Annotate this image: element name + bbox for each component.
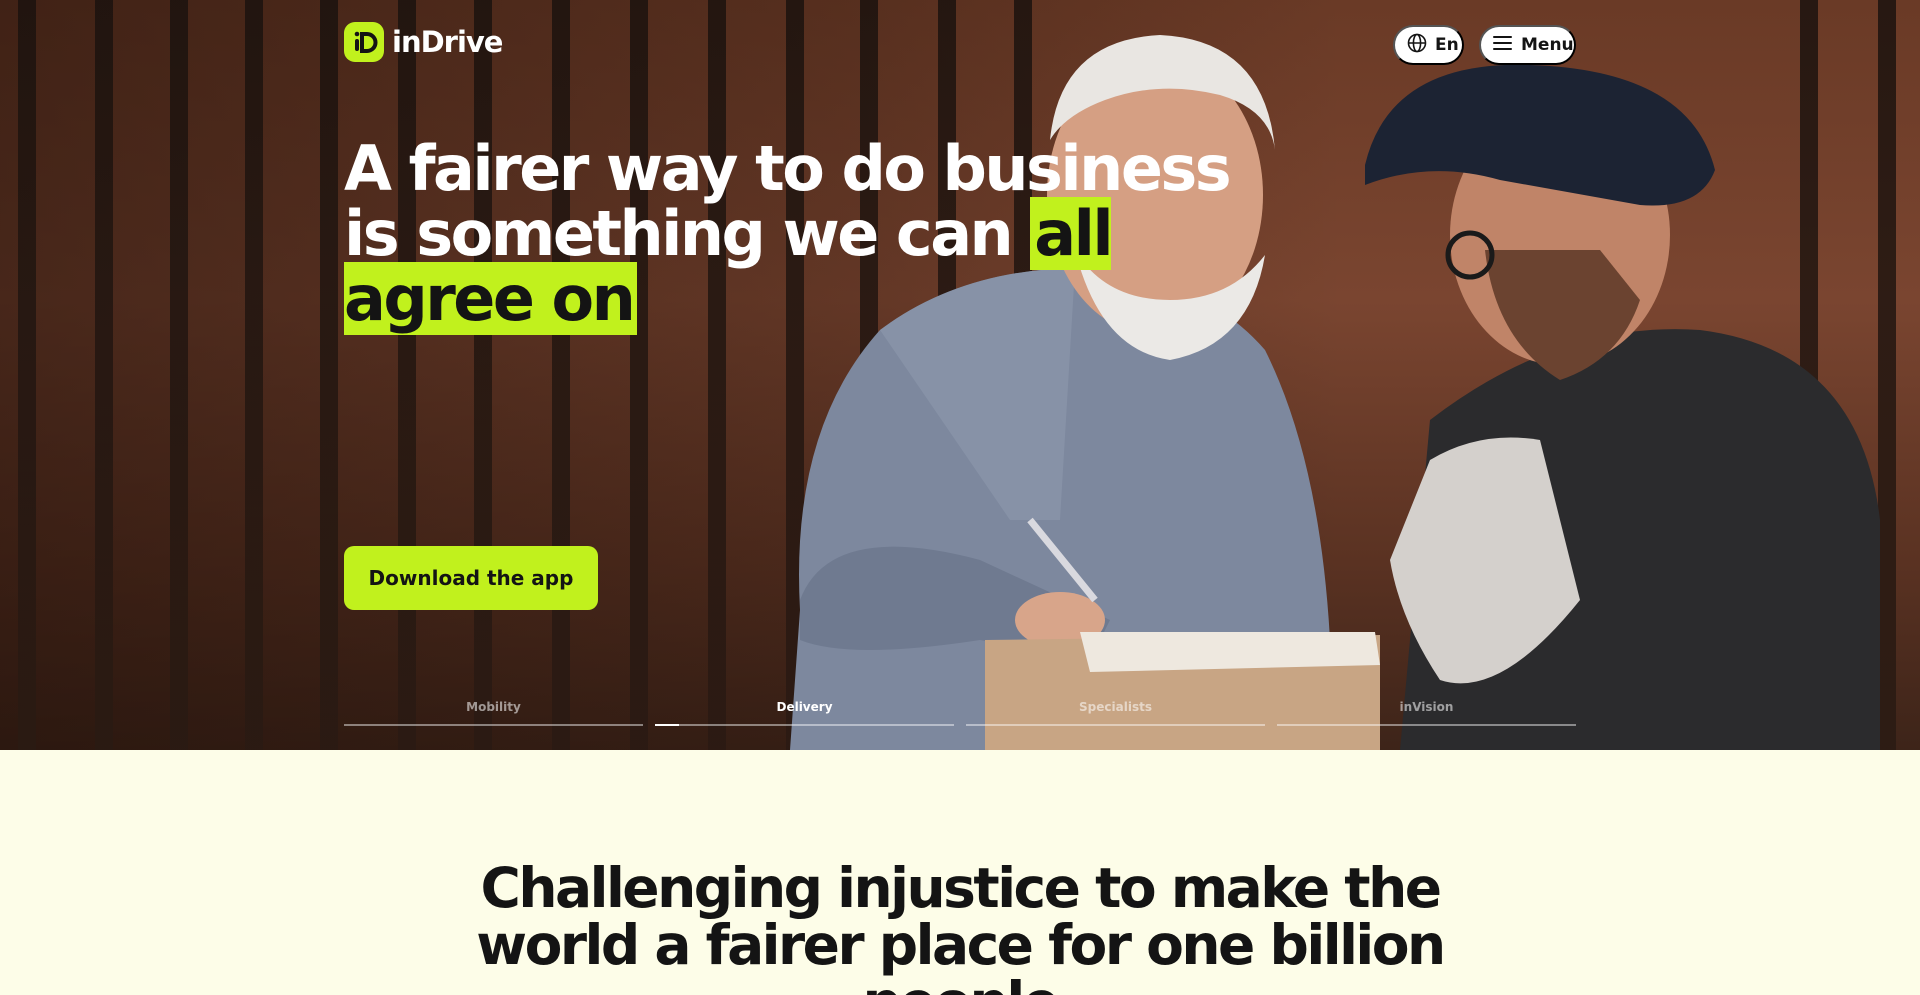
tab-delivery[interactable]: Delivery bbox=[655, 700, 954, 726]
menu-button[interactable]: Menu bbox=[1479, 25, 1576, 65]
tab-label: Specialists bbox=[1079, 700, 1152, 714]
tab-invision[interactable]: inVision bbox=[1277, 700, 1576, 726]
tab-progress-track bbox=[966, 724, 1265, 726]
tab-progress-fill bbox=[655, 724, 679, 726]
hero-section: inDrive En Menu A fairer way to do busin… bbox=[0, 0, 1920, 750]
brand-logo[interactable]: inDrive bbox=[344, 22, 503, 62]
tab-progress-track bbox=[344, 724, 643, 726]
tab-progress-track bbox=[655, 724, 954, 726]
tab-label: Delivery bbox=[776, 700, 833, 714]
hero-headline: A fairer way to do business is something… bbox=[344, 136, 1244, 335]
tab-mobility[interactable]: Mobility bbox=[344, 700, 643, 726]
download-app-button[interactable]: Download the app bbox=[344, 546, 598, 610]
hamburger-icon bbox=[1493, 35, 1513, 56]
menu-label: Menu bbox=[1521, 35, 1574, 55]
brand-name: inDrive bbox=[392, 25, 503, 59]
language-label: En bbox=[1435, 35, 1459, 55]
hero-photo bbox=[790, 35, 1880, 750]
language-selector-button[interactable]: En bbox=[1393, 25, 1464, 65]
tab-progress-track bbox=[1277, 724, 1576, 726]
globe-icon bbox=[1407, 33, 1427, 58]
mission-title: Challenging injustice to make the world … bbox=[476, 856, 1446, 995]
category-tabs: Mobility Delivery Specialists inVision bbox=[344, 700, 1576, 726]
mission-section: Challenging injustice to make the world … bbox=[0, 750, 1920, 995]
tab-specialists[interactable]: Specialists bbox=[966, 700, 1265, 726]
tab-label: Mobility bbox=[466, 700, 521, 714]
logo-icon bbox=[344, 22, 384, 62]
tab-label: inVision bbox=[1399, 700, 1454, 714]
